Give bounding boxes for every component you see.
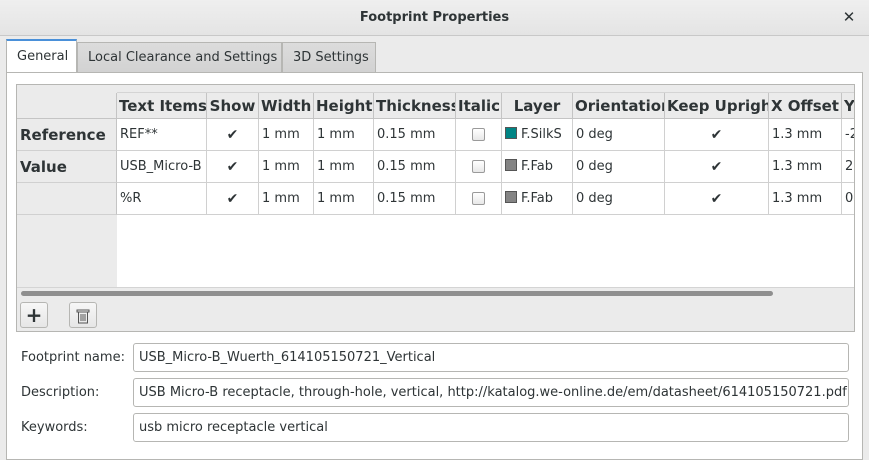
general-panel: Text Items Show Width Height Thickness I…: [6, 72, 863, 460]
checkmark-icon: ✔: [226, 127, 239, 143]
window-title: Footprint Properties: [359, 10, 510, 25]
checkmark-icon: ✔: [710, 159, 723, 175]
x-offset-cell[interactable]: 1.3 mm: [769, 119, 842, 151]
column-header-keep-upright[interactable]: Keep Upright: [665, 93, 769, 119]
description-label: Description:: [21, 385, 100, 400]
thickness-cell[interactable]: 0.15 mm: [374, 151, 456, 183]
footprint-name-label: Footprint name:: [21, 350, 125, 365]
plus-icon: +: [25, 303, 43, 327]
orientation-cell[interactable]: 0 deg: [573, 119, 665, 151]
italic-checkbox[interactable]: [456, 119, 502, 151]
layer-cell[interactable]: F.SilkS: [502, 119, 573, 151]
layer-cell[interactable]: F.Fab: [502, 151, 573, 183]
tab-3d-settings[interactable]: 3D Settings: [282, 42, 376, 72]
column-header-width[interactable]: Width: [259, 93, 314, 119]
keywords-label: Keywords:: [21, 420, 88, 435]
checkmark-icon: ✔: [226, 191, 239, 207]
y-offset-cell[interactable]: -2: [842, 119, 854, 151]
checkmark-icon: ✔: [710, 127, 723, 143]
italic-checkbox[interactable]: [456, 151, 502, 183]
layer-name: F.Fab: [521, 191, 554, 206]
y-offset-cell[interactable]: 0.: [842, 183, 854, 215]
layer-name: F.SilkS: [521, 127, 562, 142]
column-header-height[interactable]: Height: [314, 93, 374, 119]
grid-corner: [17, 93, 117, 119]
scrollbar-thumb[interactable]: [21, 291, 773, 296]
height-cell[interactable]: 1 mm: [314, 151, 374, 183]
column-header-y-offset[interactable]: Y: [842, 93, 854, 119]
grid-top-strip: [17, 85, 854, 93]
keep-upright-checkbox[interactable]: ✔: [665, 151, 769, 183]
x-offset-cell[interactable]: 1.3 mm: [769, 151, 842, 183]
height-cell[interactable]: 1 mm: [314, 119, 374, 151]
row-header-value[interactable]: Value: [17, 151, 117, 183]
column-header-text-items[interactable]: Text Items: [117, 93, 207, 119]
layer-cell[interactable]: F.Fab: [502, 183, 573, 215]
column-header-x-offset[interactable]: X Offset: [769, 93, 842, 119]
text-item-cell[interactable]: REF**: [117, 119, 207, 151]
column-header-thickness[interactable]: Thickness: [374, 93, 456, 119]
column-header-italic[interactable]: Italic: [456, 93, 502, 119]
unchecked-box-icon: [472, 160, 485, 173]
text-item-cell[interactable]: %R: [117, 183, 207, 215]
width-cell[interactable]: 1 mm: [259, 183, 314, 215]
thickness-cell[interactable]: 0.15 mm: [374, 119, 456, 151]
keywords-field[interactable]: usb micro receptacle vertical: [133, 413, 849, 442]
close-icon[interactable]: ✕: [841, 9, 857, 25]
orientation-cell[interactable]: 0 deg: [573, 183, 665, 215]
show-checkbox[interactable]: ✔: [207, 183, 259, 215]
column-header-orientation[interactable]: Orientation: [573, 93, 665, 119]
layer-name: F.Fab: [521, 159, 554, 174]
keep-upright-checkbox[interactable]: ✔: [665, 119, 769, 151]
tab-general[interactable]: General: [6, 39, 77, 73]
y-offset-cell[interactable]: 2.: [842, 151, 854, 183]
italic-checkbox[interactable]: [456, 183, 502, 215]
keep-upright-checkbox[interactable]: ✔: [665, 183, 769, 215]
show-checkbox[interactable]: ✔: [207, 119, 259, 151]
show-checkbox[interactable]: ✔: [207, 151, 259, 183]
layer-color-swatch: [505, 127, 517, 139]
row-header-reference[interactable]: Reference: [17, 119, 117, 151]
checkmark-icon: ✔: [226, 159, 239, 175]
delete-field-button[interactable]: [69, 302, 97, 328]
thickness-cell[interactable]: 0.15 mm: [374, 183, 456, 215]
column-header-layer[interactable]: Layer: [502, 93, 573, 119]
unchecked-box-icon: [472, 128, 485, 141]
unchecked-box-icon: [472, 192, 485, 205]
text-items-grid: Text Items Show Width Height Thickness I…: [16, 84, 855, 332]
add-field-button[interactable]: +: [20, 302, 48, 328]
width-cell[interactable]: 1 mm: [259, 151, 314, 183]
orientation-cell[interactable]: 0 deg: [573, 151, 665, 183]
layer-color-swatch: [505, 159, 517, 171]
trash-icon: [76, 309, 90, 324]
height-cell[interactable]: 1 mm: [314, 183, 374, 215]
description-field[interactable]: USB Micro-B receptacle, through-hole, ve…: [133, 378, 849, 407]
grid-toolbar: [17, 297, 854, 331]
checkmark-icon: ✔: [710, 191, 723, 207]
column-header-show[interactable]: Show: [207, 93, 259, 119]
title-bar: Footprint Properties ✕: [0, 0, 869, 36]
horizontal-scrollbar[interactable]: [17, 287, 854, 297]
x-offset-cell[interactable]: 1.3 mm: [769, 183, 842, 215]
layer-color-swatch: [505, 191, 517, 203]
row-header-empty[interactable]: [17, 183, 117, 215]
text-item-cell[interactable]: USB_Micro-B: [117, 151, 207, 183]
footprint-name-field[interactable]: USB_Micro-B_Wuerth_614105150721_Vertical: [133, 343, 849, 372]
tab-local-clearance[interactable]: Local Clearance and Settings: [77, 42, 282, 72]
width-cell[interactable]: 1 mm: [259, 119, 314, 151]
